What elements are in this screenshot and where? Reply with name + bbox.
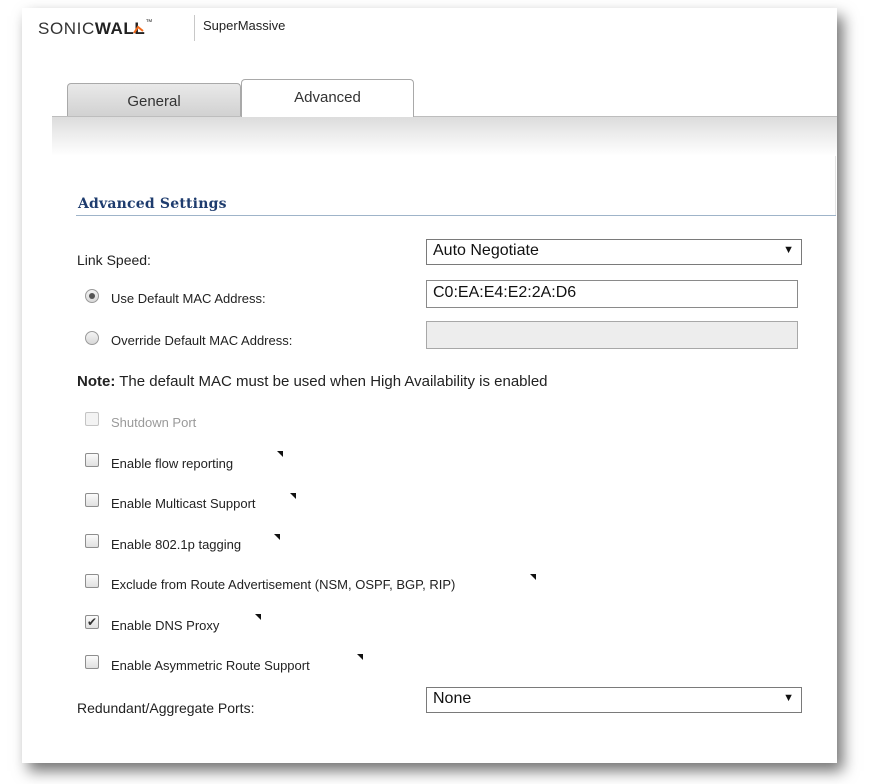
shutdown-port-checkbox[interactable]	[85, 412, 99, 426]
asymmetric-route-checkbox[interactable]	[85, 655, 99, 669]
tooltip-icon[interactable]	[530, 574, 536, 580]
tooltip-icon[interactable]	[290, 493, 296, 499]
override-mac-field[interactable]	[426, 321, 798, 349]
tab-advanced[interactable]: Advanced	[241, 79, 414, 117]
tooltip-icon[interactable]	[255, 614, 261, 620]
trademark-mark: ™	[145, 19, 154, 26]
redundant-ports-label: Redundant/Aggregate Ports:	[77, 700, 255, 716]
tab-strip	[52, 116, 837, 156]
header: SONICWALL™ SuperMassive	[22, 8, 837, 46]
exclude-route-checkbox[interactable]	[85, 574, 99, 588]
note-label: Note:	[77, 373, 116, 390]
link-speed-label: Link Speed:	[77, 252, 151, 268]
multicast-checkbox[interactable]	[85, 493, 99, 507]
8021p-tagging-checkbox[interactable]	[85, 534, 99, 548]
multicast-label: Enable Multicast Support	[111, 496, 256, 511]
override-mac-radio[interactable]	[85, 331, 99, 345]
dns-proxy-checkbox[interactable]: ✔	[85, 615, 99, 629]
redundant-ports-select[interactable]: None ▼	[426, 687, 802, 713]
use-default-mac-label: Use Default MAC Address:	[111, 291, 266, 306]
chevron-down-icon: ▼	[783, 692, 794, 704]
dialog-window: SONICWALL™ SuperMassive General Advanced…	[22, 8, 837, 763]
8021p-tagging-label: Enable 802.1p tagging	[111, 537, 242, 552]
link-speed-select[interactable]: Auto Negotiate ▼	[426, 239, 802, 265]
default-mac-field[interactable]: C0:EA:E4:E2:2A:D6	[426, 280, 798, 308]
tooltip-icon[interactable]	[357, 654, 363, 660]
product-name: SuperMassive	[203, 18, 286, 33]
check-icon: ✔	[86, 615, 98, 629]
asymmetric-route-label: Enable Asymmetric Route Support	[111, 658, 310, 673]
exclude-route-label: Exclude from Route Advertisement (NSM, O…	[111, 577, 456, 592]
ha-note: Note: The default MAC must be used when …	[77, 373, 548, 390]
note-text: The default MAC must be used when High A…	[115, 373, 548, 390]
tooltip-icon[interactable]	[274, 534, 280, 540]
link-speed-value: Auto Negotiate	[433, 242, 539, 259]
override-mac-label: Override Default MAC Address:	[111, 333, 293, 348]
tab-general[interactable]: General	[67, 83, 241, 119]
right-divider	[835, 156, 836, 216]
chevron-down-icon: ▼	[783, 244, 794, 256]
logo-divider	[194, 15, 195, 41]
section-title: Advanced Settings	[78, 196, 227, 212]
brand-prefix: SONIC	[38, 19, 95, 38]
sonicwall-logo: SONICWALL™	[38, 19, 153, 39]
section-divider	[76, 215, 836, 216]
redundant-ports-value: None	[433, 690, 472, 707]
swoosh-icon	[133, 25, 144, 34]
tooltip-icon[interactable]	[277, 451, 283, 457]
use-default-mac-radio[interactable]	[85, 289, 99, 303]
dns-proxy-label: Enable DNS Proxy	[111, 618, 220, 633]
flow-reporting-label: Enable flow reporting	[111, 456, 234, 471]
flow-reporting-checkbox[interactable]	[85, 453, 99, 467]
shutdown-port-label: Shutdown Port	[111, 415, 197, 430]
